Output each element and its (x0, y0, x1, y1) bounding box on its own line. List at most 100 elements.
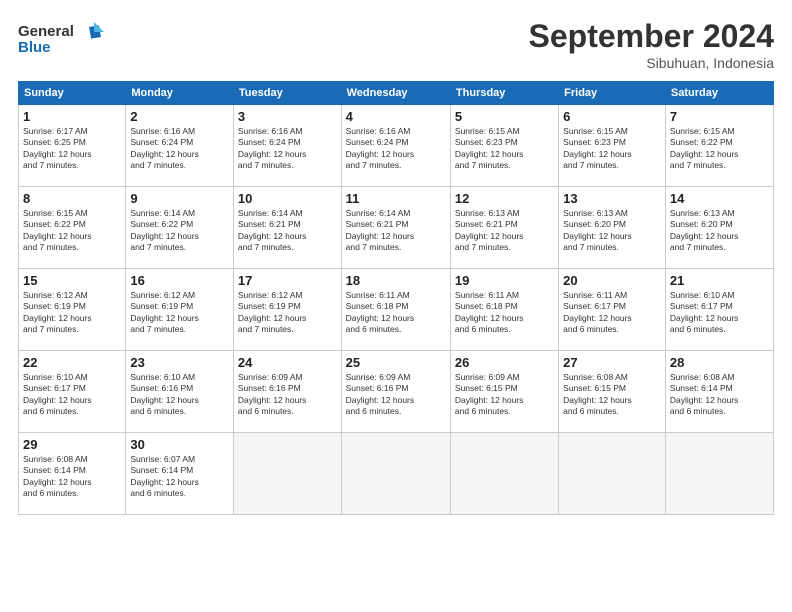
calendar-week-1: 1 Sunrise: 6:17 AM Sunset: 6:25 PM Daylig… (19, 105, 774, 187)
calendar-cell: 3 Sunrise: 6:16 AM Sunset: 6:24 PM Daylig… (233, 105, 341, 187)
calendar-cell: 18 Sunrise: 6:11 AM Sunset: 6:18 PM Dayli… (341, 269, 450, 351)
day-number: 14 (670, 191, 769, 206)
calendar-cell: 4Sunrise: 6:16 AM Sunset: 6:24 PM Daylig… (341, 105, 450, 187)
day-info: Sunrise: 6:13 AM Sunset: 6:21 PM Dayligh… (455, 208, 554, 254)
day-info: Sunrise: 6:11 AM Sunset: 6:18 PM Dayligh… (455, 290, 554, 336)
day-number: 25 (346, 355, 446, 370)
day-number: 17 (238, 273, 337, 288)
day-info: Sunrise: 6:15 AM Sunset: 6:23 PM Dayligh… (455, 126, 554, 172)
calendar-cell: 29 Sunrise: 6:08 AM Sunset: 6:14 PM Dayli… (19, 433, 126, 515)
day-number: 2 (130, 109, 229, 124)
calendar-cell: 25 Sunrise: 6:09 AM Sunset: 6:16 PM Dayli… (341, 351, 450, 433)
calendar-week-5: 29 Sunrise: 6:08 AM Sunset: 6:14 PM Dayli… (19, 433, 774, 515)
page: General Blue September 2024 Sibuhuan, In… (0, 0, 792, 612)
calendar-cell (341, 433, 450, 515)
calendar-cell: 23Sunrise: 6:10 AM Sunset: 6:16 PM Dayli… (126, 351, 234, 433)
location: Sibuhuan, Indonesia (529, 55, 774, 71)
day-info: Sunrise: 6:08 AM Sunset: 6:15 PM Dayligh… (563, 372, 661, 418)
day-number: 30 (130, 437, 229, 452)
calendar-header-tuesday: Tuesday (233, 82, 341, 105)
calendar-cell: 17 Sunrise: 6:12 AM Sunset: 6:19 PM Dayli… (233, 269, 341, 351)
calendar-cell: 5 Sunrise: 6:15 AM Sunset: 6:23 PM Daylig… (450, 105, 558, 187)
calendar-cell: 16 Sunrise: 6:12 AM Sunset: 6:19 PM Dayli… (126, 269, 234, 351)
calendar-cell: 13 Sunrise: 6:13 AM Sunset: 6:20 PM Dayli… (559, 187, 666, 269)
day-number: 7 (670, 109, 769, 124)
calendar-header-monday: Monday (126, 82, 234, 105)
title-block: September 2024 Sibuhuan, Indonesia (529, 18, 774, 71)
calendar-header-sunday: Sunday (19, 82, 126, 105)
day-number: 12 (455, 191, 554, 206)
day-number: 9 (130, 191, 229, 206)
day-number: 3 (238, 109, 337, 124)
calendar-cell: 15 Sunrise: 6:12 AM Sunset: 6:19 PM Dayli… (19, 269, 126, 351)
day-info: Sunrise: 6:15 AM Sunset: 6:22 PM Dayligh… (670, 126, 769, 172)
day-info: Sunrise: 6:16 AM Sunset: 6:24 PM Dayligh… (238, 126, 337, 172)
calendar-cell: 7 Sunrise: 6:15 AM Sunset: 6:22 PM Daylig… (665, 105, 773, 187)
day-number: 27 (563, 355, 661, 370)
day-info: Sunrise: 6:09 AM Sunset: 6:16 PM Dayligh… (238, 372, 337, 418)
calendar-cell (665, 433, 773, 515)
day-number: 28 (670, 355, 769, 370)
day-info: Sunrise: 6:11 AM Sunset: 6:17 PM Dayligh… (563, 290, 661, 336)
calendar-cell: 12 Sunrise: 6:13 AM Sunset: 6:21 PM Dayli… (450, 187, 558, 269)
day-info: Sunrise: 6:07 AM Sunset: 6:14 PM Dayligh… (130, 454, 229, 500)
day-info: Sunrise: 6:14 AM Sunset: 6:22 PM Dayligh… (130, 208, 229, 254)
day-number: 6 (563, 109, 661, 124)
day-number: 10 (238, 191, 337, 206)
day-number: 26 (455, 355, 554, 370)
day-number: 23 (130, 355, 229, 370)
day-number: 24 (238, 355, 337, 370)
day-info: Sunrise: 6:16 AM Sunset: 6:24 PM Dayligh… (346, 126, 446, 172)
svg-text:General: General (18, 23, 74, 40)
day-info: Sunrise: 6:17 AM Sunset: 6:25 PM Dayligh… (23, 126, 121, 172)
day-number: 13 (563, 191, 661, 206)
calendar-cell: 9 Sunrise: 6:14 AM Sunset: 6:22 PM Daylig… (126, 187, 234, 269)
day-info: Sunrise: 6:08 AM Sunset: 6:14 PM Dayligh… (670, 372, 769, 418)
day-number: 18 (346, 273, 446, 288)
day-info: Sunrise: 6:12 AM Sunset: 6:19 PM Dayligh… (130, 290, 229, 336)
calendar-cell: 1 Sunrise: 6:17 AM Sunset: 6:25 PM Daylig… (19, 105, 126, 187)
calendar-week-2: 8Sunrise: 6:15 AM Sunset: 6:22 PM Daylig… (19, 187, 774, 269)
day-number: 29 (23, 437, 121, 452)
day-info: Sunrise: 6:14 AM Sunset: 6:21 PM Dayligh… (346, 208, 446, 254)
day-info: Sunrise: 6:11 AM Sunset: 6:18 PM Dayligh… (346, 290, 446, 336)
day-info: Sunrise: 6:10 AM Sunset: 6:17 PM Dayligh… (670, 290, 769, 336)
day-info: Sunrise: 6:09 AM Sunset: 6:15 PM Dayligh… (455, 372, 554, 418)
day-info: Sunrise: 6:13 AM Sunset: 6:20 PM Dayligh… (563, 208, 661, 254)
calendar-header-friday: Friday (559, 82, 666, 105)
calendar-cell: 20 Sunrise: 6:11 AM Sunset: 6:17 PM Dayli… (559, 269, 666, 351)
calendar-header-row: SundayMondayTuesdayWednesdayThursdayFrid… (19, 82, 774, 105)
day-number: 15 (23, 273, 121, 288)
day-info: Sunrise: 6:09 AM Sunset: 6:16 PM Dayligh… (346, 372, 446, 418)
calendar-header-saturday: Saturday (665, 82, 773, 105)
day-info: Sunrise: 6:14 AM Sunset: 6:21 PM Dayligh… (238, 208, 337, 254)
day-number: 11 (346, 191, 446, 206)
calendar-header-thursday: Thursday (450, 82, 558, 105)
calendar-cell: 6Sunrise: 6:15 AM Sunset: 6:23 PM Daylig… (559, 105, 666, 187)
day-number: 1 (23, 109, 121, 124)
day-info: Sunrise: 6:16 AM Sunset: 6:24 PM Dayligh… (130, 126, 229, 172)
day-number: 22 (23, 355, 121, 370)
calendar-cell: 8Sunrise: 6:15 AM Sunset: 6:22 PM Daylig… (19, 187, 126, 269)
calendar-cell: 10 Sunrise: 6:14 AM Sunset: 6:21 PM Dayli… (233, 187, 341, 269)
day-number: 5 (455, 109, 554, 124)
calendar-cell: 19Sunrise: 6:11 AM Sunset: 6:18 PM Dayli… (450, 269, 558, 351)
day-number: 20 (563, 273, 661, 288)
day-info: Sunrise: 6:12 AM Sunset: 6:19 PM Dayligh… (23, 290, 121, 336)
calendar-cell (559, 433, 666, 515)
calendar-cell: 14Sunrise: 6:13 AM Sunset: 6:20 PM Dayli… (665, 187, 773, 269)
svg-text:Blue: Blue (18, 39, 51, 56)
calendar-cell: 27 Sunrise: 6:08 AM Sunset: 6:15 PM Dayli… (559, 351, 666, 433)
calendar-cell: 26 Sunrise: 6:09 AM Sunset: 6:15 PM Dayli… (450, 351, 558, 433)
calendar-cell: 2 Sunrise: 6:16 AM Sunset: 6:24 PM Daylig… (126, 105, 234, 187)
calendar: SundayMondayTuesdayWednesdayThursdayFrid… (18, 81, 774, 515)
day-info: Sunrise: 6:08 AM Sunset: 6:14 PM Dayligh… (23, 454, 121, 500)
header: General Blue September 2024 Sibuhuan, In… (18, 18, 774, 71)
calendar-cell: 22Sunrise: 6:10 AM Sunset: 6:17 PM Dayli… (19, 351, 126, 433)
calendar-header-wednesday: Wednesday (341, 82, 450, 105)
calendar-cell: 11 Sunrise: 6:14 AM Sunset: 6:21 PM Dayli… (341, 187, 450, 269)
day-info: Sunrise: 6:12 AM Sunset: 6:19 PM Dayligh… (238, 290, 337, 336)
day-number: 16 (130, 273, 229, 288)
calendar-cell: 30 Sunrise: 6:07 AM Sunset: 6:14 PM Dayli… (126, 433, 234, 515)
calendar-week-4: 22Sunrise: 6:10 AM Sunset: 6:17 PM Dayli… (19, 351, 774, 433)
